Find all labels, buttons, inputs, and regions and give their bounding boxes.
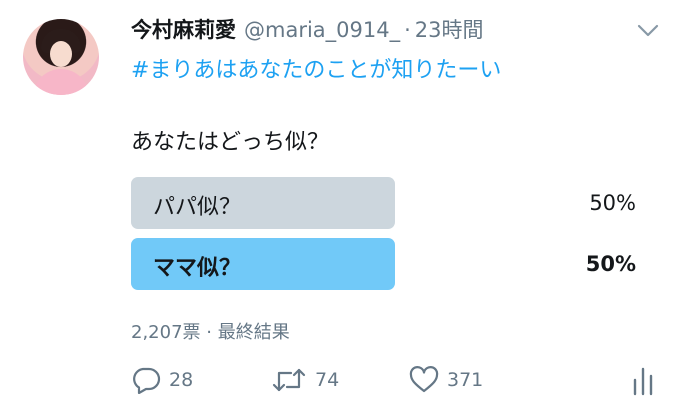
like-icon bbox=[409, 366, 439, 393]
analytics-button[interactable] bbox=[631, 366, 655, 396]
reply-button[interactable]: 28 bbox=[131, 366, 193, 394]
poll-option-1: パパ似？ bbox=[131, 177, 395, 229]
poll-summary: 2,207票 · 最終結果 bbox=[131, 322, 290, 343]
poll-option-2: ママ似？ bbox=[131, 238, 395, 290]
tweet-actions: 28 74 371 bbox=[131, 366, 661, 396]
like-count: 371 bbox=[447, 369, 484, 391]
retweet-button[interactable]: 74 bbox=[271, 366, 339, 394]
poll-option-2-label: ママ似？ bbox=[153, 256, 242, 281]
avatar-face bbox=[50, 41, 72, 67]
hashtag-link[interactable]: #まりあはあなたのことが知りたーい bbox=[131, 52, 501, 84]
tweet-header: 今村麻莉愛 @maria_0914_ · 23時間 bbox=[131, 14, 484, 44]
reply-icon bbox=[133, 367, 161, 394]
poll-option-1-percent: 50% bbox=[589, 191, 636, 215]
poll-option-2-percent: 50% bbox=[585, 252, 636, 276]
avatar-body bbox=[33, 69, 89, 95]
poll-option-1-label: パパ似？ bbox=[153, 195, 242, 220]
analytics-icon bbox=[633, 367, 653, 396]
author-name[interactable]: 今村麻莉愛 bbox=[131, 14, 236, 44]
reply-count: 28 bbox=[169, 369, 194, 391]
tweet-time[interactable]: 23時間 bbox=[415, 14, 484, 44]
avatar[interactable] bbox=[23, 19, 99, 95]
retweet-icon bbox=[272, 368, 306, 392]
like-button[interactable]: 371 bbox=[409, 366, 483, 394]
chevron-down-icon[interactable] bbox=[637, 24, 659, 38]
tweet-text: あなたはどっち似？ bbox=[131, 130, 330, 155]
author-handle[interactable]: @maria_0914_ bbox=[244, 18, 400, 42]
header-separator: · bbox=[404, 18, 411, 42]
retweet-count: 74 bbox=[315, 369, 340, 391]
